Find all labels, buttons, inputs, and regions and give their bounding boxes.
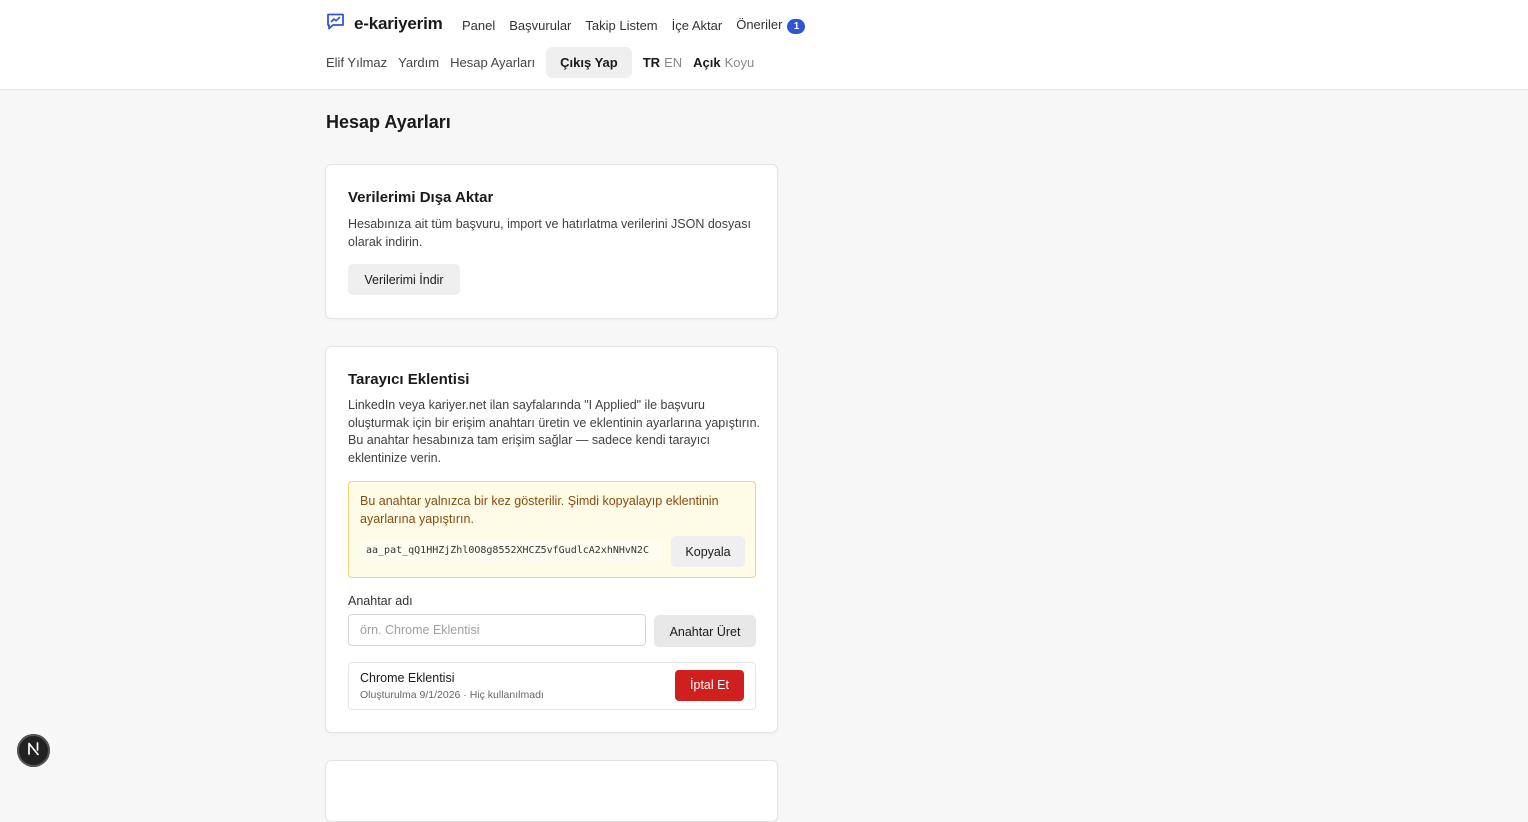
api-key-row: Chrome Eklentisi Oluşturulma 9/1/2026 · … [348,662,756,710]
theme-light-toggle[interactable]: Açık [693,55,720,70]
chat-logo-icon [326,13,345,35]
nav-applications[interactable]: Başvurular [509,18,571,33]
extension-card-title: Tarayıcı Eklentisi [348,371,470,388]
copy-token-button[interactable]: Kopyala [671,536,745,567]
account-settings-link[interactable]: Hesap Ayarları [450,55,535,70]
nav-panel[interactable]: Panel [462,18,495,33]
brand[interactable]: e-kariyerim [326,13,443,35]
revoke-key-button[interactable]: İptal Et [675,670,744,701]
logout-button[interactable]: Çıkış Yap [546,47,632,78]
nav-suggestions[interactable]: Öneriler 1 [736,17,806,34]
nav-suggestions-label: Öneriler [736,17,783,32]
key-name-label: Anahtar adı [348,594,413,608]
lang-tr-toggle[interactable]: TR [643,55,660,70]
export-data-card: Verilerimi Dışa Aktar Hesabınıza ait tüm… [325,164,778,319]
api-key-meta: Oluşturulma 9/1/2026 · Hiç kullanılmadı [360,689,544,701]
nav-import[interactable]: İçe Aktar [672,18,723,33]
next-settings-card [325,760,778,822]
brand-name: e-kariyerim [354,14,443,33]
lang-en-toggle[interactable]: EN [664,55,682,70]
page-title: Hesap Ayarları [326,112,451,132]
download-data-button[interactable]: Verilerimi İndir [348,264,460,295]
generate-key-button[interactable]: Anahtar Üret [654,615,756,647]
extension-card-description: LinkedIn veya kariyer.net ilan sayfaları… [348,398,760,465]
browser-extension-card: Tarayıcı Eklentisi LinkedIn veya kariyer… [325,346,778,733]
help-link[interactable]: Yardım [398,55,439,70]
user-nav: Elif Yılmaz Yardım Hesap Ayarları Çıkış … [326,47,754,78]
theme-dark-toggle[interactable]: Koyu [725,55,755,70]
api-key-name: Chrome Eklentisi [360,671,455,685]
suggestions-count-badge: 1 [787,19,806,34]
token-value[interactable]: aa_pat_qQ1HHZjZhl0O8g8552XHCZ5vfGudlcA2x… [360,541,662,561]
export-card-description: Hesabınıza ait tüm başvuru, import ve ha… [348,217,751,249]
token-warning-text: Bu anahtar yalnızca bir kez gösterilir. … [360,494,719,526]
n-logo-icon [26,741,41,761]
main-nav: Panel Başvurular Takip Listem İçe Aktar … [462,17,806,34]
export-card-title: Verilerimi Dışa Aktar [348,189,494,206]
token-warning-box: Bu anahtar yalnızca bir kez gösterilir. … [348,481,756,578]
key-name-input[interactable] [348,614,646,646]
top-header: e-kariyerim Panel Başvurular Takip Liste… [0,0,1528,90]
nav-watchlist[interactable]: Takip Listem [585,18,657,33]
user-name-link[interactable]: Elif Yılmaz [326,55,387,70]
dev-tools-button[interactable] [17,734,50,767]
